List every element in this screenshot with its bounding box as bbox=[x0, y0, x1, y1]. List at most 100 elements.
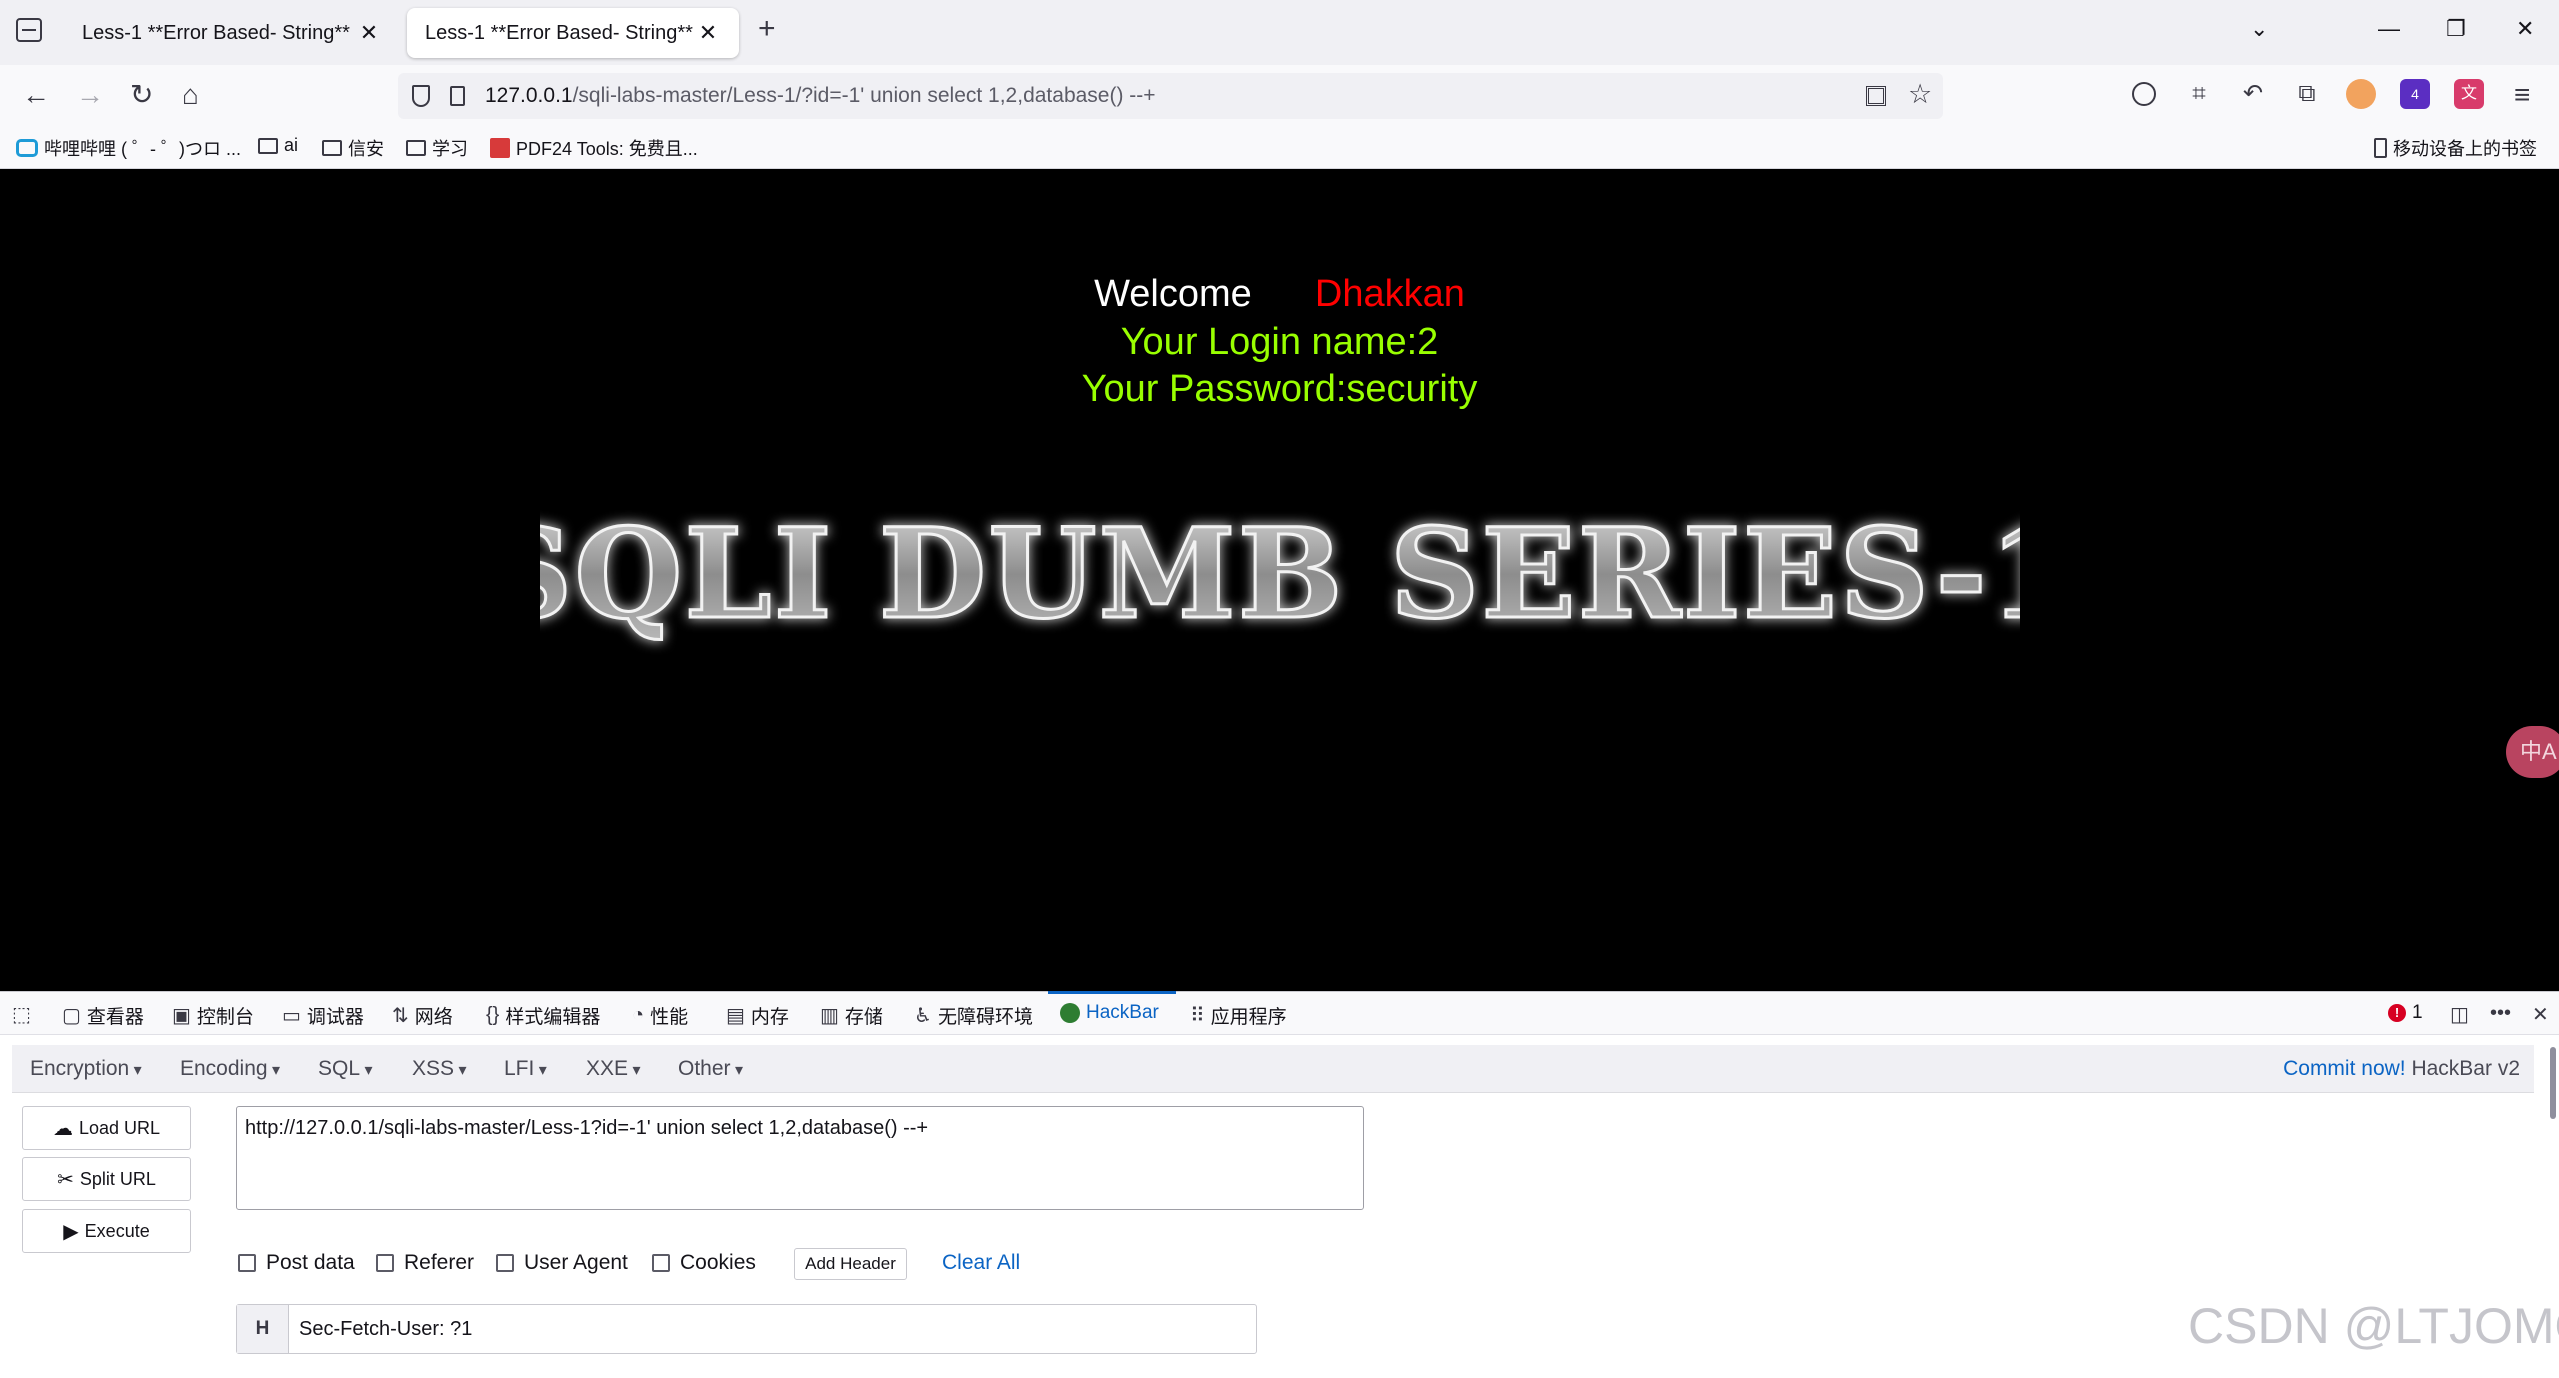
page-icon[interactable] bbox=[450, 86, 465, 106]
tab-style-editor[interactable]: {} 样式编辑器 bbox=[486, 1002, 600, 1029]
menu-xss[interactable]: XSS bbox=[412, 1057, 467, 1081]
tab-label: 存储 bbox=[844, 1007, 883, 1028]
more-icon[interactable]: ••• bbox=[2490, 1002, 2511, 1025]
bookmark-label: 哔哩哔哩 ( ゜- ゜)つロ ... bbox=[44, 139, 241, 159]
undo-icon[interactable]: ↶ bbox=[2238, 79, 2268, 109]
bookmarks-bar: 哔哩哔哩 ( ゜- ゜)つロ ... ai 信安 学习 PDF24 Tools:… bbox=[0, 127, 2559, 169]
braces-icon: {} bbox=[486, 1004, 500, 1026]
back-icon[interactable]: ← bbox=[22, 78, 50, 112]
checkbox-box[interactable] bbox=[496, 1254, 514, 1272]
hackbar-icon bbox=[1060, 1003, 1080, 1023]
menu-sql[interactable]: SQL bbox=[318, 1057, 373, 1081]
load-url-button[interactable]: ☁ Load URL bbox=[22, 1106, 191, 1150]
ext-mascot-icon[interactable] bbox=[2346, 79, 2376, 109]
tab-hackbar[interactable]: HackBar bbox=[1060, 1002, 1159, 1024]
watermark: CSDN @LTJOMO bbox=[2188, 1298, 2559, 1354]
url-bar[interactable]: 127.0.0.1/sqli-labs-master/Less-1/?id=-1… bbox=[398, 73, 1943, 119]
home-icon[interactable]: ⌂ bbox=[182, 78, 199, 112]
tab-list-icon[interactable] bbox=[16, 18, 42, 42]
bookmark-label: 移动设备上的书签 bbox=[2393, 139, 2537, 159]
url-textarea[interactable]: http://127.0.0.1/sqli-labs-master/Less-1… bbox=[236, 1106, 1364, 1210]
referer-checkbox[interactable]: Referer bbox=[376, 1251, 474, 1275]
bookmark-pdf24[interactable]: PDF24 Tools: 免费且... bbox=[490, 135, 698, 161]
extensions-icon[interactable]: ⧉ bbox=[2292, 79, 2322, 109]
reload-icon[interactable]: ↻ bbox=[130, 78, 153, 112]
close-window-icon[interactable]: ✕ bbox=[2516, 16, 2534, 42]
bookmark-mobile[interactable]: 移动设备上的书签 bbox=[2374, 135, 2537, 161]
commit-info: Commit now! HackBar v2 bbox=[2283, 1057, 2520, 1081]
bookmark-folder-ai[interactable]: ai bbox=[258, 135, 298, 156]
menu-encoding[interactable]: Encoding bbox=[180, 1057, 280, 1081]
scrollbar[interactable] bbox=[2550, 1047, 2556, 1119]
qr-code-icon[interactable] bbox=[1866, 86, 1886, 106]
add-header-button[interactable]: Add Header bbox=[794, 1248, 907, 1280]
restore-icon[interactable]: ❐ bbox=[2446, 16, 2466, 42]
tab-network[interactable]: ⇅ 网络 bbox=[392, 1002, 453, 1029]
ext-hackbar-icon[interactable]: 4 bbox=[2400, 79, 2430, 109]
forward-icon[interactable]: → bbox=[76, 78, 104, 112]
tab-label: 调试器 bbox=[306, 1007, 364, 1028]
checkbox-label: Cookies bbox=[680, 1251, 756, 1274]
close-devtools-icon[interactable]: ✕ bbox=[2532, 1002, 2549, 1027]
tab-performance[interactable]: ◔ 性能 bbox=[632, 1002, 688, 1029]
shield-icon[interactable] bbox=[412, 85, 430, 107]
welcome-text: Welcome bbox=[1094, 273, 1252, 315]
performance-icon: ◔ bbox=[632, 1004, 645, 1026]
user-agent-checkbox[interactable]: User Agent bbox=[496, 1251, 628, 1275]
checkbox-box[interactable] bbox=[376, 1254, 394, 1272]
menu-xxe[interactable]: XXE bbox=[586, 1057, 641, 1081]
new-tab-icon[interactable]: + bbox=[758, 12, 776, 46]
tab-application[interactable]: ⠿ 应用程序 bbox=[1190, 1002, 1287, 1029]
tab-label: 查看器 bbox=[86, 1007, 144, 1028]
checkbox-box[interactable] bbox=[238, 1254, 256, 1272]
url-text[interactable]: 127.0.0.1/sqli-labs-master/Less-1/?id=-1… bbox=[485, 84, 1156, 108]
welcome-user: Dhakkan bbox=[1314, 273, 1465, 315]
tab-memory[interactable]: ▤ 内存 bbox=[726, 1002, 789, 1029]
storage-icon: ▥ bbox=[820, 1005, 839, 1027]
post-data-checkbox[interactable]: Post data bbox=[238, 1251, 355, 1275]
minimize-icon[interactable]: — bbox=[2378, 16, 2400, 42]
header-value-input[interactable]: Sec-Fetch-User: ?1 bbox=[289, 1305, 1256, 1353]
bookmark-bilibili[interactable]: 哔哩哔哩 ( ゜- ゜)つロ ... bbox=[16, 135, 241, 161]
tab-label: HackBar bbox=[1086, 1002, 1159, 1023]
tab-accessibility[interactable]: ♿ 无障碍环境 bbox=[914, 1002, 1033, 1029]
tab-inspector[interactable]: ▢ 查看器 bbox=[62, 1002, 144, 1029]
bookmark-folder-xuexi[interactable]: 学习 bbox=[406, 135, 468, 161]
hackbar-menu: Encryption Encoding SQL XSS LFI XXE Othe… bbox=[12, 1045, 2534, 1093]
cookies-checkbox[interactable]: Cookies bbox=[652, 1251, 756, 1275]
menu-lfi[interactable]: LFI bbox=[504, 1057, 547, 1081]
tab-2[interactable]: Less-1 **Error Based- String** ✕ bbox=[407, 8, 739, 58]
chevron-down-icon[interactable]: ⌄ bbox=[2250, 16, 2268, 42]
error-count-badge[interactable]: ! 1 bbox=[2388, 1002, 2423, 1024]
dock-icon[interactable]: ◫ bbox=[2450, 1002, 2469, 1027]
translate-float-button[interactable]: 中A bbox=[2506, 726, 2559, 778]
button-label: Split URL bbox=[79, 1168, 156, 1189]
url-path: /sqli-labs-master/Less-1/?id=-1' union s… bbox=[572, 84, 1156, 107]
tab-storage[interactable]: ▥ 存储 bbox=[820, 1002, 883, 1029]
welcome-line: Welcome Dhakkan bbox=[0, 273, 2559, 316]
clear-all-link[interactable]: Clear All bbox=[942, 1251, 1020, 1275]
menu-encryption[interactable]: Encryption bbox=[30, 1057, 142, 1081]
account-icon[interactable] bbox=[2132, 82, 2156, 106]
tab-console[interactable]: ▣ 控制台 bbox=[172, 1002, 254, 1029]
bookmark-star-icon[interactable]: ☆ bbox=[1908, 79, 1932, 110]
bookmark-label: ai bbox=[284, 135, 299, 155]
bilibili-icon bbox=[16, 139, 38, 157]
tab-label: 无障碍环境 bbox=[937, 1007, 1033, 1028]
tab-1[interactable]: Less-1 **Error Based- String** ✕ bbox=[64, 8, 400, 58]
close-icon[interactable]: ✕ bbox=[695, 20, 721, 46]
menu-icon[interactable]: ≡ bbox=[2514, 78, 2530, 112]
element-picker-icon[interactable]: ⬚ bbox=[12, 1002, 31, 1027]
bookmark-label: PDF24 Tools: 免费且... bbox=[516, 139, 698, 159]
ext-translate-icon[interactable]: 文 bbox=[2454, 79, 2484, 109]
checkbox-box[interactable] bbox=[652, 1254, 670, 1272]
execute-button[interactable]: ▶ Execute bbox=[22, 1209, 191, 1253]
split-url-button[interactable]: ✂ Split URL bbox=[22, 1157, 191, 1201]
page-content: Welcome Dhakkan Your Login name:2 Your P… bbox=[0, 169, 2559, 991]
crop-icon[interactable]: ⌗ bbox=[2184, 79, 2214, 109]
commit-link[interactable]: Commit now! bbox=[2283, 1057, 2406, 1080]
bookmark-folder-xinan[interactable]: 信安 bbox=[322, 135, 384, 161]
close-icon[interactable]: ✕ bbox=[356, 20, 382, 46]
menu-other[interactable]: Other bbox=[678, 1057, 743, 1081]
tab-debugger[interactable]: ▭ 调试器 bbox=[282, 1002, 364, 1029]
